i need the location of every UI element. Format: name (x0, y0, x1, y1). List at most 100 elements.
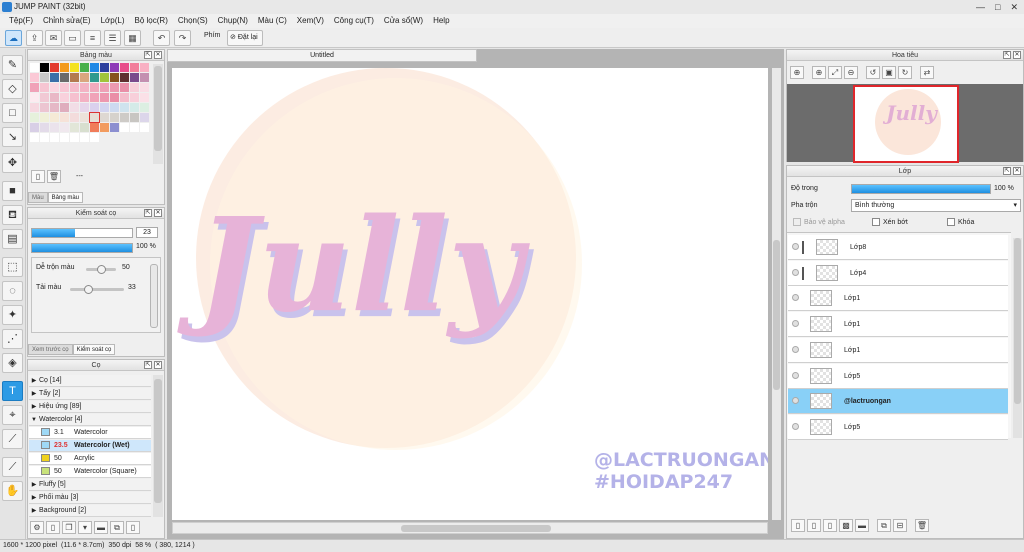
navigator-viewport[interactable]: Jully (787, 84, 1023, 163)
palette-scrollbar[interactable] (153, 64, 163, 164)
menu-filter[interactable]: Bộ lọc(R) (130, 14, 173, 28)
menu-window[interactable]: Cửa sổ(W) (379, 14, 428, 28)
float-icon[interactable]: ⇱ (1003, 51, 1011, 59)
color-swatch[interactable] (140, 73, 149, 82)
color-swatch[interactable] (120, 63, 129, 72)
color-swatch[interactable] (80, 83, 89, 92)
select-rect-icon[interactable]: ⬚ (2, 257, 23, 277)
color-swatch[interactable] (110, 123, 119, 132)
color-swatch[interactable] (70, 133, 79, 142)
color-swatch[interactable] (90, 103, 99, 112)
menu-edit[interactable]: Chỉnh sửa(E) (38, 14, 96, 28)
color-swatch[interactable] (70, 83, 79, 92)
brush-category[interactable]: ▶ Fluffy [5] (29, 479, 151, 491)
color-swatch[interactable] (100, 83, 109, 92)
new-palette-icon[interactable]: ▯ (31, 170, 45, 183)
color-swatch[interactable] (130, 113, 139, 122)
new-layer-icon[interactable]: ▯ (791, 519, 805, 532)
color-swatch[interactable] (120, 83, 129, 92)
color-swatch[interactable] (110, 113, 119, 122)
visibility-icon[interactable] (792, 422, 799, 430)
close-icon[interactable]: ✕ (1013, 167, 1021, 175)
brush-item[interactable]: 50 Acrylic (29, 453, 151, 465)
color-swatch[interactable] (120, 103, 129, 112)
color-swatch[interactable] (140, 113, 149, 122)
color-swatch[interactable] (80, 73, 89, 82)
paste-icon[interactable]: ▯ (126, 521, 140, 534)
color-swatch[interactable] (100, 103, 109, 112)
color-swatch[interactable] (130, 73, 139, 82)
brush-category[interactable]: ▶ Cọ [14] (29, 375, 151, 387)
color-swatch[interactable] (100, 113, 109, 122)
new-brush-icon[interactable]: ▯ (46, 521, 60, 534)
divide-tool-icon[interactable]: ⌖ (2, 405, 23, 425)
color-swatch[interactable] (140, 103, 149, 112)
color-swatch[interactable] (30, 63, 39, 72)
visibility-icon[interactable] (792, 371, 799, 379)
visibility-icon[interactable] (792, 294, 799, 302)
eyedropper-icon[interactable]: ⟋ (2, 429, 23, 449)
color-swatch[interactable] (40, 113, 49, 122)
close-icon[interactable]: ✕ (154, 209, 162, 217)
menu-file[interactable]: Tệp(F) (4, 14, 38, 28)
brush-category[interactable]: ▶ Tẩy [2] (29, 388, 151, 400)
color-swatch[interactable] (30, 73, 39, 82)
new-layer-2-icon[interactable]: ▯ (807, 519, 821, 532)
brush-category[interactable]: ▶ Phối màu [3] (29, 492, 151, 504)
brush-category[interactable]: ▶ Hiệu ứng [89] (29, 401, 151, 413)
visibility-icon[interactable] (792, 268, 799, 276)
select-eraser-icon[interactable]: ◈ (2, 353, 23, 373)
comment-icon[interactable]: ✉ (45, 30, 62, 46)
layer-row[interactable]: Lớp1 (788, 286, 1008, 312)
close-icon[interactable]: ✕ (154, 51, 162, 59)
color-swatch[interactable] (40, 103, 49, 112)
lock-checkbox[interactable]: Khóa (947, 218, 974, 226)
visibility-icon[interactable] (792, 243, 799, 250)
color-swatch[interactable] (100, 93, 109, 102)
menu-color[interactable]: Màu (C) (253, 14, 292, 28)
menu-capture[interactable]: Chụp(N) (213, 14, 253, 28)
color-swatch[interactable] (110, 73, 119, 82)
duplicate-layer-icon[interactable]: ⧉ (877, 519, 891, 532)
color-swatch[interactable] (110, 83, 119, 92)
layer-row[interactable]: Lớp1 (788, 312, 1008, 338)
rotate-right-icon[interactable]: ↻ (898, 66, 912, 79)
color-swatch[interactable] (50, 83, 59, 92)
alpha-protect-checkbox[interactable]: Bảo vệ alpha (793, 218, 845, 226)
color-swatch[interactable] (30, 133, 39, 142)
color-swatch[interactable] (60, 123, 69, 132)
color-swatch[interactable] (50, 103, 59, 112)
trash-icon[interactable]: 🗑 (47, 170, 61, 183)
color-swatch[interactable] (50, 63, 59, 72)
color-swatch[interactable] (90, 133, 99, 142)
color-swatch[interactable] (80, 113, 89, 122)
reload-slider[interactable] (70, 285, 124, 294)
tab-palette[interactable]: Bảng màu (47, 192, 84, 203)
color-swatch[interactable] (80, 123, 89, 132)
color-swatch[interactable] (140, 83, 149, 92)
color-swatch[interactable] (120, 123, 129, 132)
list-icon[interactable]: ☰ (104, 30, 121, 46)
color-swatch[interactable] (100, 73, 109, 82)
settings-scrollbar[interactable] (150, 264, 158, 328)
brush-item[interactable]: 3.1 Watercolor (29, 427, 151, 439)
brush-menu-icon[interactable]: ▾ (78, 521, 92, 534)
float-icon[interactable]: ⇱ (144, 209, 152, 217)
bucket-tool-icon[interactable]: ⛾ (2, 205, 23, 225)
color-swatch[interactable] (60, 83, 69, 92)
color-swatch[interactable] (80, 133, 89, 142)
reset-button[interactable]: ⊘ Đặt lại (227, 30, 263, 46)
color-swatch[interactable] (70, 113, 79, 122)
color-swatch[interactable] (120, 93, 129, 102)
color-swatch[interactable] (40, 93, 49, 102)
color-swatch[interactable] (90, 63, 99, 72)
color-swatch[interactable] (70, 93, 79, 102)
halftone-layer-icon[interactable]: ▩ (839, 519, 853, 532)
color-swatch[interactable] (70, 123, 79, 132)
color-swatch[interactable] (120, 113, 129, 122)
layer-row[interactable]: Lớp5 (788, 363, 1008, 389)
color-swatch[interactable] (90, 73, 99, 82)
color-swatch[interactable] (110, 103, 119, 112)
blend-slider[interactable] (86, 265, 116, 274)
folder-icon[interactable]: ▬ (94, 521, 108, 534)
